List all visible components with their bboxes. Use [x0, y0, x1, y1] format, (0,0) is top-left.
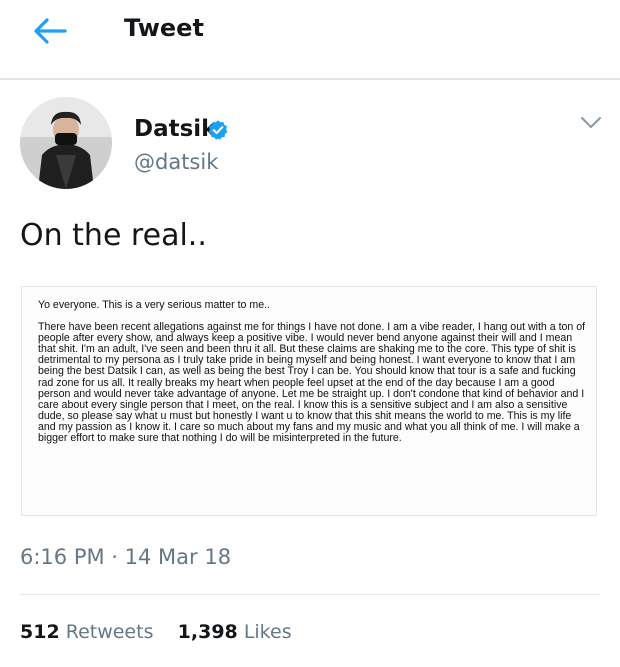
page-title: Tweet: [124, 14, 204, 42]
statement-paragraph: Yo everyone. This is a very serious matt…: [38, 299, 270, 311]
chevron-down-icon[interactable]: [580, 116, 602, 130]
engagement-stats: 512 Retweets 1,398 Likes: [20, 621, 292, 643]
retweets-count: 512: [20, 621, 60, 643]
likes-label: Likes: [243, 621, 292, 643]
header-divider: [0, 78, 620, 80]
tweet-text: On the real..: [20, 218, 207, 253]
likes-stat[interactable]: 1,398 Likes: [178, 621, 292, 643]
top-bar: Tweet: [0, 0, 620, 79]
author-display-name[interactable]: Datsik: [134, 116, 216, 142]
tweet-timestamp[interactable]: 6:16 PM · 14 Mar 18: [20, 545, 231, 569]
verified-badge-icon: [208, 120, 228, 140]
avatar[interactable]: [20, 97, 112, 189]
author-handle[interactable]: @datsik: [134, 150, 218, 174]
stats-divider: [20, 594, 600, 595]
statement-paragraph: There have been recent allegations again…: [38, 321, 586, 445]
likes-count: 1,398: [177, 621, 238, 643]
retweets-label: Retweets: [65, 621, 154, 643]
statement-text: Yo everyone. This is a very serious matt…: [38, 299, 586, 455]
tweet-media-image[interactable]: Yo everyone. This is a very serious matt…: [21, 286, 597, 516]
arrow-left-icon[interactable]: [32, 16, 68, 46]
retweets-stat[interactable]: 512 Retweets: [20, 621, 153, 643]
